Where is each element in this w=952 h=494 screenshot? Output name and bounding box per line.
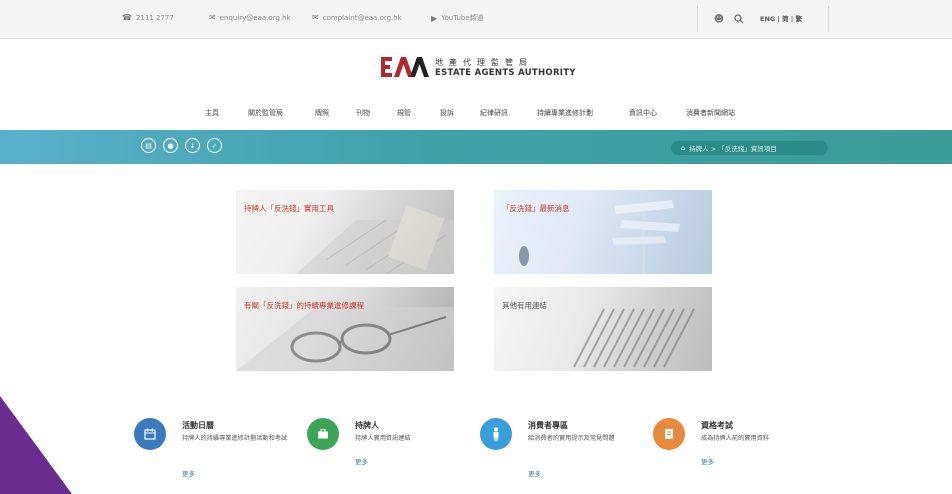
complaint-email-link[interactable]: ✉ complaint@eaa.org.hk bbox=[312, 13, 402, 22]
quick-link-desc: 成為持牌人前的實用資料 bbox=[701, 435, 770, 442]
search-icon bbox=[734, 14, 744, 24]
language-switcher[interactable]: ENG | 简 | 繁 bbox=[760, 13, 802, 23]
top-utility-bar: ☎ 2111 2777 ✉ enquiry@eaa.org.hk ✉ compl… bbox=[0, 0, 952, 39]
tile-useful-links[interactable]: 其他有用連結 bbox=[494, 287, 712, 371]
contact-icon: ● bbox=[167, 141, 174, 150]
tile-label: 有關「反洗錢」的持續專業進修課程 bbox=[244, 301, 364, 310]
mail-icon: ✉ bbox=[312, 13, 319, 22]
logo-text: 地產代理監管局 ESTATE AGENTS AUTHORITY bbox=[435, 57, 576, 78]
main-navigation: 主頁 關於監管局 牌照 刊物 規管 投訴 紀律研訊 持續專業進修計劃 資訊中心 … bbox=[0, 108, 952, 122]
more-link[interactable]: 更多 bbox=[182, 468, 195, 478]
nav-item-home[interactable]: 主頁 bbox=[205, 108, 219, 118]
more-link[interactable]: 更多 bbox=[528, 468, 541, 478]
tile-label: 「反洗錢」最新消息 bbox=[502, 204, 570, 213]
youtube-icon: ▶ bbox=[431, 13, 438, 23]
youtube-label: YouTube頻道 bbox=[441, 14, 484, 22]
quick-link-licensees[interactable]: 持牌人 持牌人實用資訊連結 更多 bbox=[307, 410, 467, 490]
contact-button[interactable]: ● bbox=[163, 138, 178, 153]
tile-aml-tools[interactable]: 持牌人「反洗錢」實用工具 bbox=[236, 190, 454, 274]
phone-icon: ☎ bbox=[122, 13, 132, 22]
nav-item-about[interactable]: 關於監管局 bbox=[248, 108, 283, 118]
breadcrumb-text[interactable]: 持牌人 > 「反洗錢」資訊項目 bbox=[689, 143, 777, 153]
more-link[interactable]: 更多 bbox=[701, 456, 714, 466]
phone-number: 2111 2777 bbox=[135, 13, 174, 22]
quick-link-consumers[interactable]: 消費者專區 給消費者的實用提示及常見問題 更多 bbox=[480, 410, 640, 490]
nav-item-regulation[interactable]: 規管 bbox=[397, 108, 411, 118]
quick-link-exams[interactable]: 資格考試 成為持牌人前的實用資料 更多 bbox=[653, 410, 823, 490]
quick-link-title: 活動日曆 bbox=[182, 421, 214, 430]
tile-label: 持牌人「反洗錢」實用工具 bbox=[244, 204, 334, 213]
nav-item-cpd[interactable]: 持續專業進修計劃 bbox=[537, 108, 593, 118]
nav-item-consumer-site[interactable]: 消費者新聞網站 bbox=[686, 108, 735, 118]
breadcrumb: ⌂ 持牌人 > 「反洗錢」資訊項目 bbox=[671, 141, 828, 155]
user-icon: ☻ bbox=[713, 13, 725, 25]
book-icon bbox=[653, 418, 685, 450]
divider bbox=[697, 6, 698, 32]
site-logo[interactable]: 地產代理監管局 ESTATE AGENTS AUTHORITY bbox=[381, 56, 576, 78]
quick-link-title: 資格考試 bbox=[701, 421, 733, 430]
enquiry-email: enquiry@eaa.org.hk bbox=[219, 13, 291, 22]
briefcase-icon bbox=[307, 418, 339, 450]
quick-link-desc: 給消費者的實用提示及常見問題 bbox=[528, 435, 615, 442]
nav-item-licensing[interactable]: 牌照 bbox=[315, 108, 329, 118]
print-button[interactable]: ▤ bbox=[141, 138, 156, 153]
tile-label: 其他有用連結 bbox=[502, 301, 547, 310]
user-button[interactable]: ☻ bbox=[713, 0, 725, 38]
download-icon: ↓ bbox=[189, 141, 196, 150]
tile-aml-cpd-courses[interactable]: 有關「反洗錢」的持續專業進修課程 bbox=[236, 287, 454, 371]
calendar-icon bbox=[134, 418, 166, 450]
share-icon: ✓ bbox=[211, 141, 218, 150]
nav-item-disciplinary[interactable]: 紀律研訊 bbox=[480, 108, 508, 118]
quick-link-title: 消費者專區 bbox=[528, 421, 568, 430]
nav-item-info-centre[interactable]: 資訊中心 bbox=[629, 108, 657, 118]
print-icon: ▤ bbox=[145, 141, 152, 150]
eaa-logo-icon bbox=[381, 57, 429, 77]
person-icon bbox=[480, 418, 512, 450]
youtube-link[interactable]: ▶ YouTube頻道 bbox=[431, 13, 484, 23]
tile-aml-news[interactable]: 「反洗錢」最新消息 bbox=[494, 190, 712, 274]
quick-link-desc: 持牌人實用資訊連結 bbox=[355, 435, 411, 442]
complaint-email: complaint@eaa.org.hk bbox=[322, 13, 402, 22]
phone-link[interactable]: ☎ 2111 2777 bbox=[122, 13, 174, 22]
nav-item-complaints[interactable]: 投訴 bbox=[440, 108, 454, 118]
search-button[interactable] bbox=[733, 0, 745, 38]
share-button[interactable]: ✓ bbox=[207, 138, 222, 153]
logo-chinese-name: 地產代理監管局 bbox=[435, 57, 533, 67]
more-link[interactable]: 更多 bbox=[355, 456, 368, 466]
home-icon[interactable]: ⌂ bbox=[681, 144, 685, 152]
quick-link-calendar[interactable]: 活動日曆 持牌人的持續專業進修計劃活動和考試 更多 bbox=[134, 410, 294, 490]
mail-icon: ✉ bbox=[209, 13, 216, 22]
enquiry-email-link[interactable]: ✉ enquiry@eaa.org.hk bbox=[209, 13, 291, 22]
download-button[interactable]: ↓ bbox=[185, 138, 200, 153]
logo-mark bbox=[381, 56, 429, 78]
logo-english-name: ESTATE AGENTS AUTHORITY bbox=[435, 67, 576, 78]
nav-item-publications[interactable]: 刊物 bbox=[356, 108, 370, 118]
quick-link-desc: 持牌人的持續專業進修計劃活動和考試 bbox=[182, 435, 288, 442]
decorative-triangle bbox=[0, 396, 72, 494]
divider bbox=[828, 6, 829, 32]
quick-link-title: 持牌人 bbox=[355, 421, 379, 430]
